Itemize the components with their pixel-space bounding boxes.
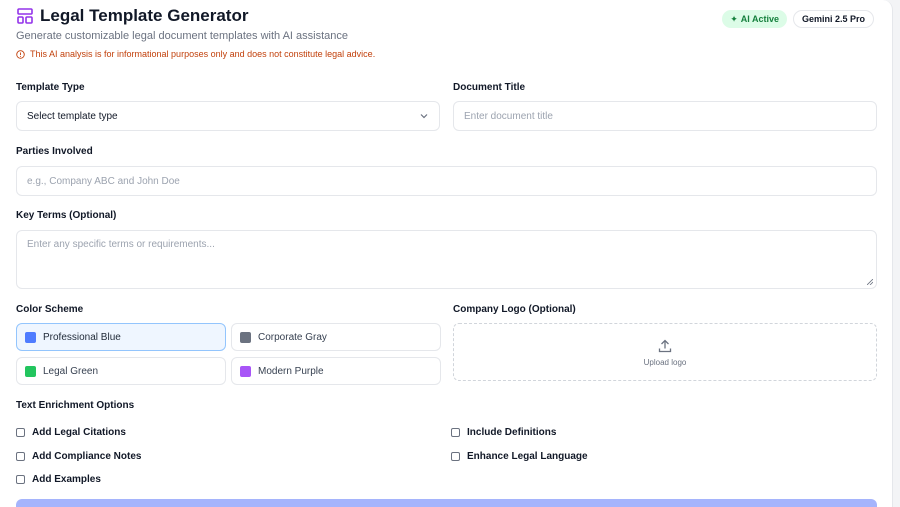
page-subtitle: Generate customizable legal document tem… bbox=[16, 30, 349, 42]
ai-active-label: AI Active bbox=[740, 14, 779, 24]
chevron-down-icon bbox=[420, 114, 428, 119]
checkbox[interactable] bbox=[16, 452, 25, 461]
option-label: Enhance Legal Language bbox=[467, 451, 588, 462]
color-option-label: Modern Purple bbox=[258, 365, 324, 377]
upload-icon bbox=[658, 339, 672, 352]
disclaimer-text: This AI analysis is for informational pu… bbox=[30, 49, 376, 59]
document-title-label: Document Title bbox=[453, 82, 526, 93]
parties-field[interactable] bbox=[16, 166, 877, 196]
color-option-professional-blue[interactable]: Professional Blue bbox=[16, 323, 226, 351]
template-layout-icon bbox=[16, 7, 34, 25]
color-option-modern-purple[interactable]: Modern Purple bbox=[231, 357, 441, 385]
key-terms-label: Key Terms (Optional) bbox=[16, 210, 117, 221]
option-add-compliance-notes[interactable]: Add Compliance Notes bbox=[16, 451, 141, 462]
option-enhance-legal-language[interactable]: Enhance Legal Language bbox=[451, 451, 588, 462]
header: Legal Template Generator Generate custom… bbox=[16, 4, 876, 64]
color-option-label: Corporate Gray bbox=[258, 331, 327, 343]
color-option-legal-green[interactable]: Legal Green bbox=[16, 357, 226, 385]
color-swatch bbox=[25, 365, 36, 377]
color-option-corporate-gray[interactable]: Corporate Gray bbox=[231, 323, 441, 351]
checkbox[interactable] bbox=[451, 452, 460, 461]
key-terms-field[interactable] bbox=[16, 230, 877, 289]
option-label: Add Examples bbox=[32, 474, 101, 485]
template-type-label: Template Type bbox=[16, 82, 85, 93]
color-swatch bbox=[240, 365, 251, 377]
color-option-label: Legal Green bbox=[43, 365, 99, 377]
resize-handle-icon[interactable] bbox=[867, 279, 873, 285]
enrichment-label: Text Enrichment Options bbox=[16, 400, 135, 411]
option-label: Add Compliance Notes bbox=[32, 451, 142, 462]
parties-input[interactable] bbox=[27, 175, 876, 187]
generate-button[interactable] bbox=[16, 499, 877, 507]
status-badges: ✦ AI Active Gemini 2.5 Pro bbox=[722, 10, 874, 28]
key-terms-textarea[interactable] bbox=[27, 239, 876, 283]
warning-circle-icon bbox=[16, 49, 25, 59]
page-title: Legal Template Generator bbox=[40, 6, 249, 25]
company-logo-label: Company Logo (Optional) bbox=[453, 304, 576, 315]
color-swatch bbox=[240, 331, 251, 343]
option-label: Add Legal Citations bbox=[32, 427, 126, 438]
color-option-label: Professional Blue bbox=[43, 331, 121, 343]
checkbox[interactable] bbox=[16, 428, 25, 437]
sparkle-icon: ✦ bbox=[730, 13, 738, 24]
parties-label: Parties Involved bbox=[16, 146, 93, 157]
document-title-input[interactable] bbox=[464, 110, 876, 122]
ai-active-badge: ✦ AI Active bbox=[722, 10, 787, 28]
checkbox[interactable] bbox=[451, 428, 460, 437]
disclaimer: This AI analysis is for informational pu… bbox=[16, 49, 375, 59]
upload-logo-text: Upload logo bbox=[643, 357, 687, 367]
color-swatch bbox=[25, 331, 36, 343]
document-title-field[interactable] bbox=[453, 101, 877, 131]
option-add-legal-citations[interactable]: Add Legal Citations bbox=[16, 427, 126, 438]
checkbox[interactable] bbox=[16, 475, 25, 484]
model-badge: Gemini 2.5 Pro bbox=[792, 10, 874, 28]
legal-template-card: Legal Template Generator Generate custom… bbox=[0, 0, 893, 507]
color-scheme-label: Color Scheme bbox=[16, 304, 84, 315]
option-label: Include Definitions bbox=[467, 427, 557, 438]
option-include-definitions[interactable]: Include Definitions bbox=[451, 427, 556, 438]
logo-upload-dropzone[interactable]: Upload logo bbox=[453, 323, 877, 381]
template-type-value: Select template type bbox=[27, 110, 118, 122]
template-type-select[interactable]: Select template type bbox=[16, 101, 440, 131]
option-add-examples[interactable]: Add Examples bbox=[16, 474, 101, 485]
